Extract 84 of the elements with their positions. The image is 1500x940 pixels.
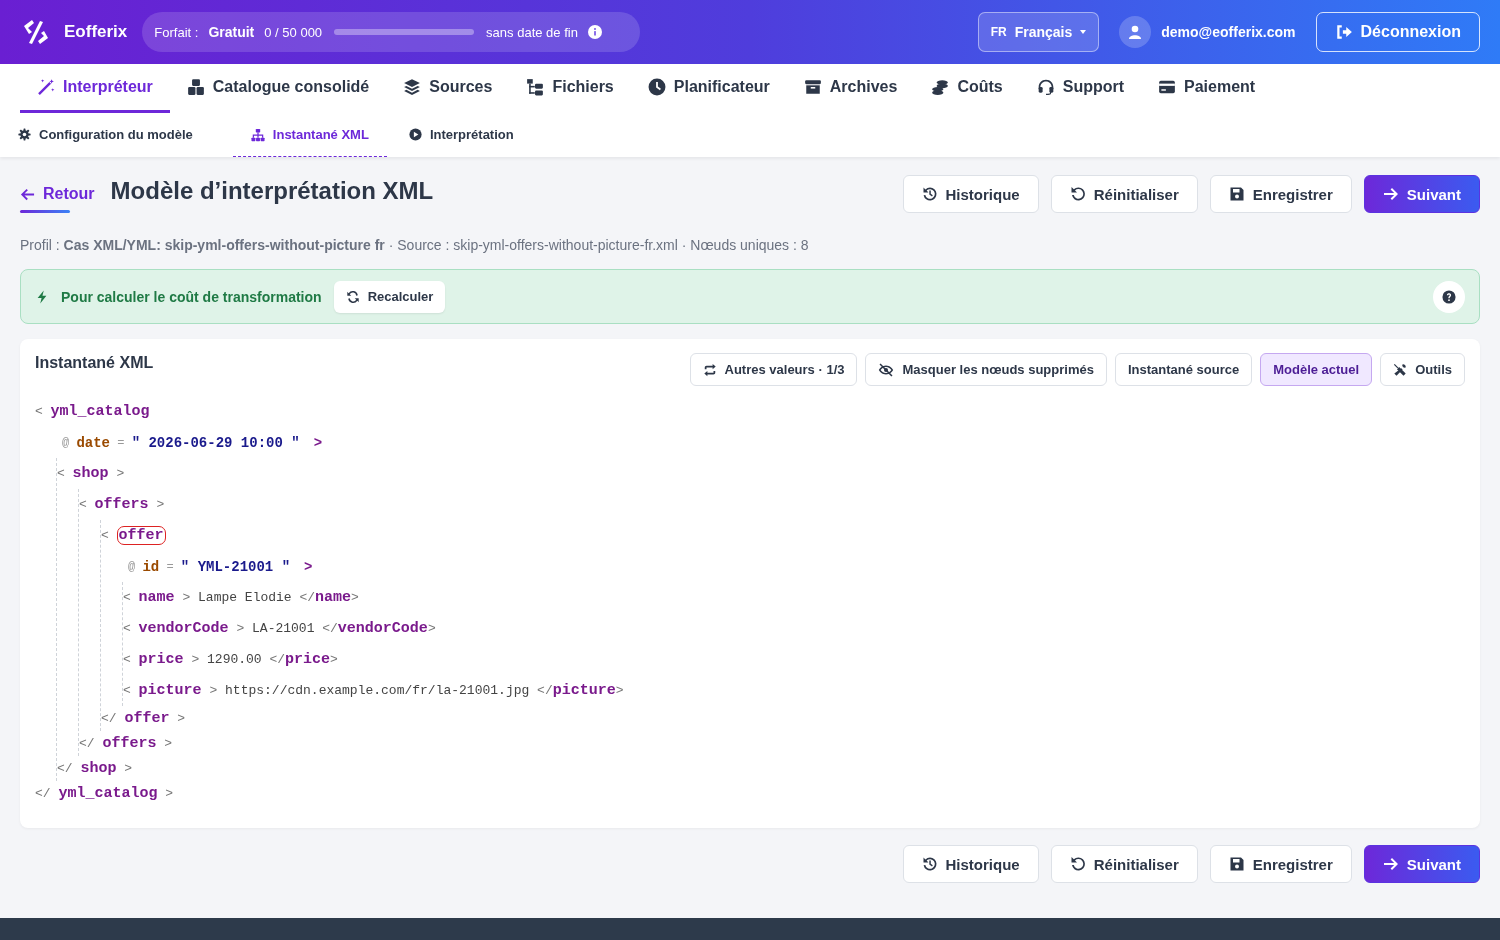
info-icon [587, 25, 602, 39]
code-line: </ offers > [79, 734, 174, 754]
toolbar-button[interactable]: Autres valeurs · 1/3 [689, 353, 858, 386]
back-underline [20, 210, 70, 213]
nav-tab[interactable]: Sources [386, 64, 510, 113]
archive-box-icon [803, 78, 822, 96]
nav-tab[interactable]: Coûts [914, 64, 1020, 113]
plan-label: Forfait : [154, 24, 199, 40]
plan-usage: 0 / 50 000 [264, 24, 323, 40]
code-line: < shop > [57, 464, 126, 484]
credit-card-icon [1158, 78, 1177, 96]
profile-info: Profil : Cas XML/YML: skip-yml-offers-without-picture fr · Source : skip-yml-offers-without-picture-fr.xml · Nœuds uniques : 8 [20, 237, 810, 253]
plan-name: Gratuit [208, 24, 255, 40]
nav-tab[interactable]: Support [1019, 64, 1142, 113]
magic-wand-icon [37, 78, 55, 96]
code-line: < yml_catalog [35, 402, 151, 422]
refresh-icon [345, 289, 360, 304]
page-title: Modèle d’interprétation XML [110, 177, 434, 205]
code-line: < name > Lampe Elodie </name> [123, 588, 360, 608]
boxes-icon [186, 78, 205, 96]
code-line: </ yml_catalog > [35, 784, 175, 804]
swap-arrows-icon [702, 362, 717, 377]
action-button[interactable]: Réinitialiser [1050, 175, 1198, 213]
nav-tab[interactable]: Fichiers [509, 64, 631, 113]
nav-tab[interactable]: Planificateur [630, 64, 787, 113]
tools-icon [1393, 362, 1408, 377]
code-line: </ shop > [57, 759, 134, 779]
eye-slash-icon [878, 361, 895, 378]
coins-icon [931, 78, 950, 96]
caret-icon [1080, 30, 1087, 34]
history-icon [921, 856, 938, 872]
undo-icon [1069, 186, 1086, 202]
lightning-bolt-icon [35, 289, 49, 304]
headset-icon [1036, 78, 1055, 96]
settings-icon [18, 128, 31, 141]
nav-tab[interactable]: Archives [786, 64, 915, 113]
action-button[interactable]: Historique [902, 175, 1039, 213]
sitemap-icon [250, 127, 265, 142]
back-link[interactable]: Retour [20, 175, 95, 213]
notice-text: Pour calculer le coût de transformation [61, 288, 322, 305]
plan-expiry: sans date de fin [486, 24, 578, 40]
logout-button[interactable]: Déconnexion [1315, 12, 1480, 52]
nav-tab[interactable]: Paiement [1141, 64, 1273, 113]
clock-icon [647, 78, 666, 96]
action-button[interactable]: Enregistrer [1209, 845, 1352, 883]
action-button[interactable]: Enregistrer [1209, 175, 1352, 213]
arrow-right-icon [1382, 186, 1399, 202]
sub-tab[interactable]: Interprétation [408, 113, 534, 157]
toolbar-button[interactable]: Outils [1380, 353, 1465, 386]
code-line: @ id = " YML-21001 " > [127, 557, 314, 577]
sub-tab[interactable]: Instantané XML [232, 113, 387, 157]
sub-tab[interactable]: Configuration du modèle [18, 113, 213, 157]
code-line: < picture > https://cdn.example.com/fr/la-21001.jpg </picture> [123, 681, 625, 701]
arrow-left-icon [20, 186, 35, 202]
nav-tab[interactable]: Catalogue consolidé [169, 64, 387, 113]
action-button[interactable]: Suivant [1363, 175, 1480, 213]
user-email: demo@eofferix.com [1161, 24, 1296, 40]
code-line: </ offer > [101, 709, 187, 729]
recalculate-button[interactable]: Recalculer [333, 280, 446, 313]
layers-icon [403, 78, 422, 96]
toolbar-button[interactable]: Modèle actuel [1260, 353, 1373, 386]
history-icon [921, 186, 938, 202]
help-icon [1442, 289, 1456, 304]
code-line: < offers > [79, 495, 166, 515]
code-line: < vendorCode > LA-21001 </vendorCode> [123, 619, 437, 639]
highlighted-tag: offer [116, 526, 166, 545]
undo-icon [1069, 856, 1086, 872]
logout-icon [1334, 23, 1353, 41]
help-button[interactable] [1433, 280, 1465, 313]
play-icon [408, 128, 422, 141]
toolbar-button[interactable]: Instantané source [1114, 353, 1253, 386]
folder-tree-icon [526, 78, 545, 96]
arrow-right-icon [1382, 856, 1399, 872]
toolbar-button[interactable]: Masquer les nœuds supprimés [865, 353, 1107, 386]
action-button[interactable]: Suivant [1363, 845, 1480, 883]
code-line: < price > 1290.00 </price> [123, 650, 339, 670]
code-line: @ date = " 2026-06-29 10:00 " > [61, 433, 324, 453]
action-button[interactable]: Réinitialiser [1050, 845, 1198, 883]
user-icon [1127, 24, 1144, 40]
panel-title: Instantané XML [35, 354, 154, 372]
action-button[interactable]: Historique [902, 845, 1039, 883]
brand-name: Eofferix [64, 22, 128, 42]
code-text: < [101, 528, 110, 543]
language-button[interactable]: FR Français [977, 12, 1100, 52]
